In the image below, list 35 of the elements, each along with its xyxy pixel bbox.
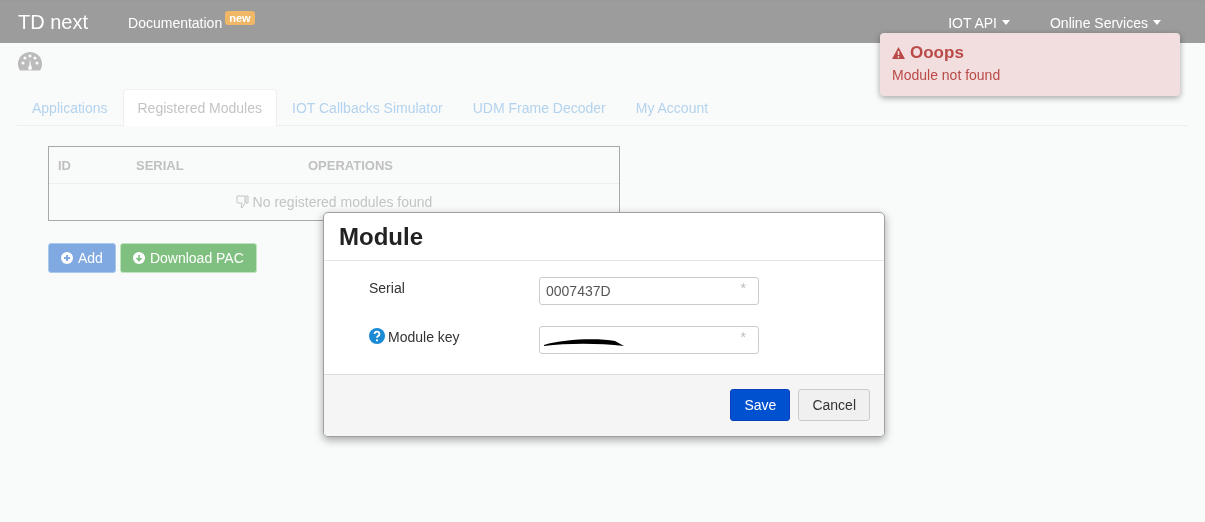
tab[interactable]: Applications [17, 89, 123, 126]
column-header: ID [58, 157, 72, 173]
brand-name[interactable]: TD next [18, 11, 89, 34]
toast-message: Module not found [892, 67, 1002, 83]
required-mark: * [740, 280, 746, 296]
column-header: SERIAL [136, 157, 185, 173]
help-icon[interactable] [369, 327, 385, 344]
input-field[interactable]: * [539, 326, 759, 354]
column-header: OPERATIONS [308, 157, 394, 173]
tab[interactable]: IOT Callbacks Simulator [277, 89, 458, 126]
save-button[interactable]: Save [730, 389, 791, 421]
tab[interactable]: UDM Frame Decoder [457, 89, 621, 126]
plus-icon [61, 252, 73, 264]
nav-dropdown[interactable]: Online Services [1049, 14, 1161, 31]
download-button[interactable]: Download PAC [119, 243, 257, 273]
toast-title: Ooops [910, 43, 964, 63]
nav-link[interactable]: Documentation [128, 14, 223, 31]
input-field[interactable]: 0007437D * [539, 277, 759, 305]
dialog-title: Module [324, 213, 884, 261]
cancel-button[interactable]: Cancel [798, 389, 870, 421]
download-icon [132, 252, 145, 264]
new-badge: new [225, 11, 255, 25]
add-button[interactable]: Add [48, 243, 116, 273]
tab[interactable]: Registered Modules [122, 89, 277, 126]
caret-icon [1153, 20, 1161, 25]
field-value: 0007437D [546, 283, 611, 299]
caret-icon [1001, 20, 1010, 25]
required-mark: * [740, 329, 746, 345]
tab[interactable]: My Account [620, 89, 724, 126]
field-label: Serial [369, 279, 405, 296]
thumbs-down-icon [235, 195, 249, 209]
dashboard-icon [17, 51, 43, 71]
nav-dropdown[interactable]: IOT API [948, 14, 1010, 31]
warning-icon [892, 47, 905, 59]
field-label: Module key [388, 328, 460, 345]
